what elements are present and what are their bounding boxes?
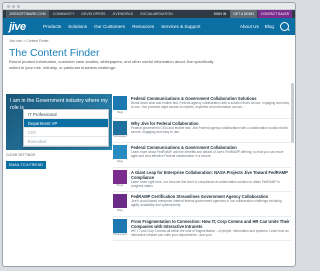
breadcrumb[interactable]: Jive.com > Content Finder	[3, 35, 295, 45]
result-item[interactable]: Blog FedRAMP Certification Streamlines Go…	[113, 192, 291, 217]
result-item[interactable]: Whitepaper From Fragmentation to Connecti…	[113, 217, 291, 241]
result-item[interactable]: Page Federal Communications & Government …	[113, 143, 291, 168]
result-type-label: Whitepaper	[113, 135, 127, 138]
role-dropdown[interactable]: IT Professional Department VP CIO Execut…	[23, 109, 109, 147]
nav-services-support[interactable]: Services & Support	[161, 24, 200, 29]
result-thumbnail[interactable]: Whitepaper	[113, 120, 127, 138]
result-type-label: Page	[116, 110, 124, 114]
result-title[interactable]: From Fragmentation to Connection: How IT…	[131, 219, 291, 229]
result-description: HR, IT and Corp Comms-all within the cos…	[131, 228, 289, 237]
result-type-label: Whitepaper	[113, 233, 127, 236]
result-description: Break down silos and enable fast, Federa…	[131, 101, 290, 109]
browser-chrome	[3, 3, 295, 10]
get-demo-button[interactable]: GET A DEMO	[230, 10, 258, 18]
result-thumbnail[interactable]: Page	[113, 96, 127, 114]
role-option[interactable]: IT Professional	[24, 110, 108, 119]
email-friend-button[interactable]: EMAIL TO A FRIEND	[6, 161, 46, 169]
result-description: Federal government CIOs and enable fast,…	[131, 125, 289, 134]
window-maximize-dot[interactable]	[17, 4, 20, 8]
top-links-bar: JIVESOFTWARE.COM COMMUNITY DEVELOPERS JI…	[3, 10, 295, 18]
page-scrollbar[interactable]	[291, 83, 294, 143]
jive-logo[interactable]: jive	[9, 21, 43, 33]
sign-in-link[interactable]: SIGN IN	[211, 10, 230, 18]
toplink-community[interactable]: COMMUNITY	[50, 10, 78, 18]
nav-blog[interactable]: Blog	[265, 24, 274, 29]
result-description: Jive's cloud-based enterprise Internal f…	[131, 199, 282, 207]
nav-our-customers[interactable]: Our Customers	[94, 24, 125, 29]
toplink-developers[interactable]: DEVELOPERS	[79, 10, 109, 18]
result-type-label: Page	[116, 159, 124, 163]
result-type-label: Press	[116, 184, 124, 187]
window-minimize-dot[interactable]	[12, 4, 15, 8]
result-type-label: Blog	[117, 208, 123, 212]
nav-about-us[interactable]: About Us	[240, 24, 259, 29]
result-thumbnail[interactable]: Blog	[113, 194, 127, 212]
result-description: Learn more right here, our become first …	[131, 179, 280, 188]
result-thumbnail[interactable]: Press	[113, 169, 127, 187]
toplink-jiveworld[interactable]: JIVEWORLD	[110, 10, 137, 18]
result-title[interactable]: A Giant Leap for Enterprise Collaboratio…	[131, 170, 291, 180]
window-close-dot[interactable]	[7, 4, 10, 8]
role-option-selected[interactable]: Department VP	[24, 119, 108, 128]
clear-settings-link[interactable]: CLEAR SETTINGS	[6, 153, 112, 159]
content-filter-panel: I am in the Government industry where my…	[6, 94, 112, 169]
nav-solutions[interactable]: Solutions	[68, 24, 87, 29]
nav-resources[interactable]: Resources	[132, 24, 154, 29]
toplink-socialmediation[interactable]: SOCIALMEDIATION	[137, 10, 176, 18]
results-list: Page Federal Communications & Government …	[113, 94, 291, 241]
filter-hero-banner: I am in the Government industry where my…	[6, 94, 112, 150]
contact-sales-button[interactable]: CONTACT SALES	[258, 10, 292, 18]
page-subtitle: Round product information, customer case…	[9, 59, 214, 70]
result-thumbnail[interactable]: Page	[113, 145, 127, 163]
toplink-jivesoftware[interactable]: JIVESOFTWARE.COM	[6, 10, 49, 18]
result-item[interactable]: Page Federal Communications & Government …	[113, 94, 291, 119]
result-description: Learn more about FedRAMP, and the benefi…	[131, 150, 284, 158]
result-item[interactable]: Press A Giant Leap for Enterprise Collabo…	[113, 168, 291, 192]
main-nav: jive Products Solutions Our Customers Re…	[3, 18, 295, 35]
role-option[interactable]: CIO	[24, 128, 108, 137]
page-title: The Content Finder	[9, 47, 100, 59]
role-option[interactable]: Executive	[24, 137, 108, 146]
result-item[interactable]: Whitepaper Why Jive for Federal Collabora…	[113, 119, 291, 143]
result-thumbnail[interactable]: Whitepaper	[113, 218, 127, 236]
search-icon[interactable]	[280, 22, 289, 31]
nav-products[interactable]: Products	[43, 24, 61, 29]
